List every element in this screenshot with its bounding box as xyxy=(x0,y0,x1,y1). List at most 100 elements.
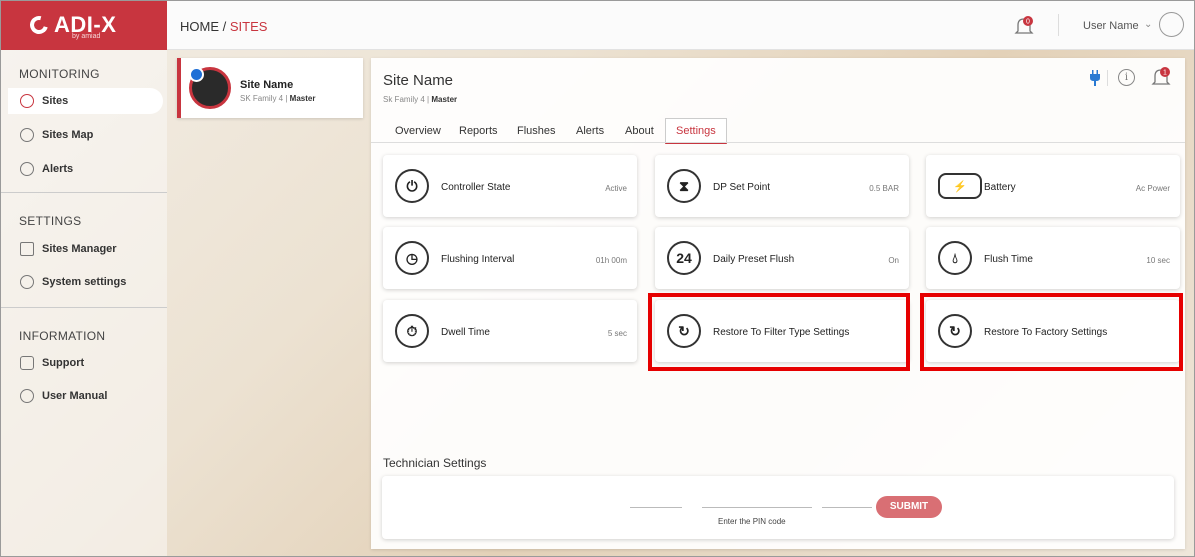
tab-about[interactable]: About xyxy=(625,118,654,144)
tab-settings[interactable]: Settings xyxy=(665,118,727,144)
site-card-name: Site Name xyxy=(240,79,294,91)
site-card[interactable]: Site Name SK Family 4 | Master xyxy=(177,58,363,118)
stopwatch-icon: ⏱︎ xyxy=(395,314,429,348)
avatar[interactable] xyxy=(1159,12,1184,37)
site-card-family: SK Family 4 xyxy=(240,94,284,103)
tile-value: 01h 00m xyxy=(595,256,627,265)
tab-flushes[interactable]: Flushes xyxy=(517,118,556,144)
sidebar-item-user-manual[interactable]: User Manual xyxy=(8,383,163,409)
breadcrumb-separator: / xyxy=(222,19,227,34)
highlight-restore-filter xyxy=(648,293,910,371)
breadcrumb: HOME / SITES xyxy=(180,19,267,34)
tile-label: Dwell Time xyxy=(441,327,490,338)
alerts-bell-icon[interactable]: 1 xyxy=(1151,67,1171,87)
user-name[interactable]: User Name xyxy=(1083,20,1139,32)
tab-reports[interactable]: Reports xyxy=(459,118,498,144)
tile-label: Controller State xyxy=(441,182,511,193)
topbar-divider xyxy=(1058,14,1059,36)
notifications-bell-icon[interactable]: 0 xyxy=(1013,15,1035,37)
gear-icon xyxy=(20,275,34,289)
tile-controller-state[interactable]: ⏻ Controller State Active xyxy=(383,155,637,217)
site-card-sep: | xyxy=(285,94,288,103)
sidebar-item-system-settings[interactable]: System settings xyxy=(8,269,163,295)
pin-digit-2[interactable] xyxy=(702,507,812,508)
sidebar-item-label: User Manual xyxy=(42,390,108,402)
sidebar-divider xyxy=(0,307,167,308)
sidebar-item-label: System settings xyxy=(42,276,127,288)
manager-icon xyxy=(20,242,34,256)
top-bar: ADI-X by amiad HOME / SITES 0 User Name … xyxy=(0,0,1195,50)
sidebar-section-monitoring: MONITORING xyxy=(19,67,100,81)
site-avatar xyxy=(189,67,231,109)
tile-flushing-interval[interactable]: ◷ Flushing Interval 01h 00m xyxy=(383,227,637,289)
tile-label: Flushing Interval xyxy=(441,254,515,265)
sidebar: MONITORING Sites Sites Map Alerts SETTIN… xyxy=(0,50,167,557)
info-icon[interactable]: i xyxy=(1118,69,1135,86)
tab-alerts[interactable]: Alerts xyxy=(576,118,604,144)
24h-icon: 24 xyxy=(667,241,701,275)
tile-dwell-time[interactable]: ⏱︎ Dwell Time 5 sec xyxy=(383,300,637,362)
sidebar-item-sites[interactable]: Sites xyxy=(8,88,163,114)
sites-icon xyxy=(20,94,34,108)
tile-daily-preset-flush[interactable]: 24 Daily Preset Flush On xyxy=(655,227,909,289)
tile-value: Active xyxy=(605,184,627,193)
signal-icon xyxy=(189,67,204,82)
logo-text: ADI-X xyxy=(54,12,117,37)
tile-value: 10 sec xyxy=(1146,256,1170,265)
page-subtitle: Sk Family 4 | Master xyxy=(383,95,457,104)
sidebar-item-support[interactable]: Support xyxy=(8,350,163,376)
header-divider xyxy=(1107,70,1108,86)
tile-battery[interactable]: ⚡ Battery Ac Power xyxy=(926,155,1180,217)
sidebar-item-label: Alerts xyxy=(42,163,74,175)
main-panel: Site Name Sk Family 4 | Master i 1 Overv… xyxy=(371,58,1185,549)
info-icon xyxy=(20,389,34,403)
page-title: Site Name xyxy=(383,72,454,89)
tab-overview[interactable]: Overview xyxy=(395,118,441,144)
tile-value: On xyxy=(888,256,899,265)
highlight-restore-factory xyxy=(920,293,1183,371)
tile-value: Ac Power xyxy=(1135,184,1170,193)
gauge-icon: ⧗ xyxy=(667,169,701,203)
sidebar-item-label: Sites Map xyxy=(42,129,94,141)
page-role: Master xyxy=(431,95,458,104)
tile-dp-set-point[interactable]: ⧗ DP Set Point 0.5 BAR xyxy=(655,155,909,217)
technician-settings-box: Enter the PIN code SUBMIT xyxy=(382,476,1174,539)
map-icon xyxy=(20,128,34,142)
site-card-sub: SK Family 4 | Master xyxy=(240,94,315,103)
sidebar-item-label: Sites xyxy=(42,95,69,107)
sidebar-section-information: INFORMATION xyxy=(19,329,106,343)
sidebar-section-settings: SETTINGS xyxy=(19,214,82,228)
logo-sub: by amiad xyxy=(72,33,101,40)
tile-label: Battery xyxy=(984,182,1016,193)
sidebar-item-label: Support xyxy=(42,357,85,369)
breadcrumb-home[interactable]: HOME xyxy=(180,19,219,34)
sidebar-item-sites-map[interactable]: Sites Map xyxy=(8,122,163,148)
power-icon: ⏻ xyxy=(395,169,429,203)
technician-settings-title: Technician Settings xyxy=(383,456,487,470)
breadcrumb-current: SITES xyxy=(229,19,268,34)
alert-count: 1 xyxy=(1163,70,1167,77)
tile-label: Daily Preset Flush xyxy=(713,254,795,265)
notifications-count: 0 xyxy=(1026,19,1030,26)
logo-ring-icon xyxy=(26,12,52,38)
site-card-role: Master xyxy=(289,94,316,103)
chevron-down-icon[interactable]: ⌄ xyxy=(1144,19,1152,30)
logo[interactable]: ADI-X by amiad xyxy=(0,0,167,50)
sidebar-item-label: Sites Manager xyxy=(42,243,117,255)
water-drop-icon: 💧︎ xyxy=(938,241,972,275)
tile-value: 5 sec xyxy=(607,329,627,338)
pin-digit-3[interactable] xyxy=(822,507,872,508)
sidebar-item-sites-manager[interactable]: Sites Manager xyxy=(8,236,163,262)
plug-icon xyxy=(1090,70,1100,86)
sidebar-item-alerts[interactable]: Alerts xyxy=(8,156,163,182)
tile-flush-time[interactable]: 💧︎ Flush Time 10 sec xyxy=(926,227,1180,289)
clock-icon: ◷ xyxy=(395,241,429,275)
pin-hint: Enter the PIN code xyxy=(718,517,786,526)
chat-icon xyxy=(20,356,34,370)
submit-button[interactable]: SUBMIT xyxy=(876,496,942,518)
page-sep: | xyxy=(427,95,430,104)
page-family: Sk Family 4 xyxy=(383,95,425,104)
tile-value: 0.5 BAR xyxy=(869,184,899,193)
bell-icon xyxy=(20,162,34,176)
pin-digit-1[interactable] xyxy=(630,507,682,508)
